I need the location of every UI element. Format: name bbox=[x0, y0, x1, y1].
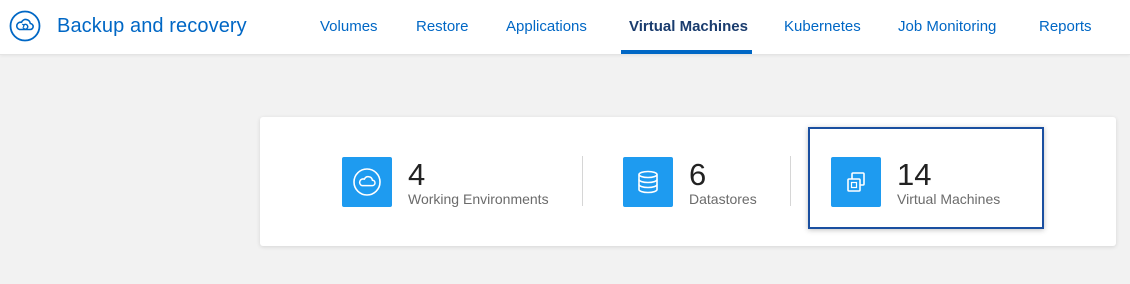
tab-reports[interactable]: Reports bbox=[1039, 0, 1092, 54]
working-environments-count: 4 bbox=[408, 157, 426, 192]
divider bbox=[790, 156, 791, 206]
tab-volumes[interactable]: Volumes bbox=[320, 0, 378, 54]
datastores-label: Datastores bbox=[689, 191, 757, 207]
database-icon bbox=[623, 157, 673, 207]
tab-applications[interactable]: Applications bbox=[506, 0, 587, 54]
tab-job-monitoring[interactable]: Job Monitoring bbox=[898, 0, 996, 54]
divider bbox=[582, 156, 583, 206]
virtual-machines-highlight-box[interactable] bbox=[808, 127, 1044, 229]
top-navigation-bar: Backup and recovery Volumes Restore Appl… bbox=[0, 0, 1130, 55]
tab-kubernetes[interactable]: Kubernetes bbox=[784, 0, 861, 54]
brand[interactable]: Backup and recovery bbox=[9, 10, 247, 42]
tab-restore[interactable]: Restore bbox=[416, 0, 469, 54]
active-tab-indicator bbox=[621, 50, 752, 54]
cloud-icon bbox=[342, 157, 392, 207]
app-title: Backup and recovery bbox=[57, 14, 247, 37]
cloud-refresh-icon bbox=[9, 10, 41, 42]
tab-virtual-machines[interactable]: Virtual Machines bbox=[629, 0, 748, 54]
datastores-count: 6 bbox=[689, 157, 707, 192]
working-environments-label: Working Environments bbox=[408, 191, 549, 207]
